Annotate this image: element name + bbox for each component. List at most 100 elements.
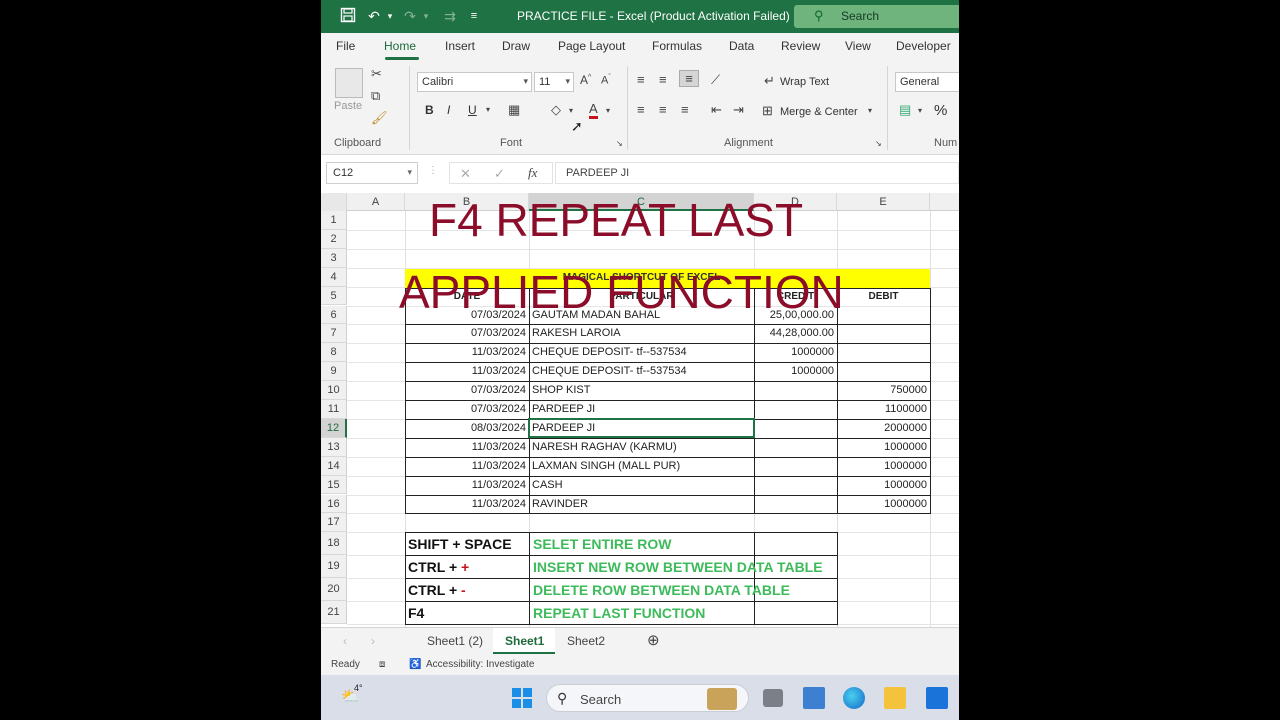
column-header[interactable]: A bbox=[347, 193, 405, 211]
chevron-down-icon[interactable]: ▾ bbox=[569, 106, 573, 115]
table-cell[interactable]: RAKESH LAROIA bbox=[529, 327, 754, 339]
table-cell[interactable]: CHEQUE DEPOSIT- tf--537534 bbox=[529, 365, 754, 377]
customize-toolbar-icon[interactable]: ≡ bbox=[465, 7, 483, 25]
merge-center-button[interactable]: Merge & Center bbox=[780, 106, 858, 118]
scroll-left-icon[interactable]: ‹ bbox=[343, 634, 347, 648]
shortcut-action[interactable]: SELET ENTIRE ROW bbox=[533, 536, 671, 552]
widgets-icon[interactable] bbox=[803, 687, 825, 709]
edge-browser-icon[interactable] bbox=[843, 687, 865, 709]
accessibility-status[interactable]: Accessibility: Investigate bbox=[426, 659, 534, 670]
header-debit[interactable]: DEBIT bbox=[837, 291, 930, 302]
row-header[interactable]: 2 bbox=[321, 229, 347, 249]
table-cell[interactable]: 11/03/2024 bbox=[405, 498, 529, 510]
sheet-tab-sheet1[interactable]: Sheet1 bbox=[505, 634, 544, 648]
decrease-indent-icon[interactable]: ⇤ bbox=[711, 102, 722, 118]
shortcut-key[interactable]: CTRL + - bbox=[408, 582, 466, 598]
tab-formulas[interactable]: Formulas bbox=[652, 39, 702, 53]
table-cell[interactable]: 2000000 bbox=[837, 422, 930, 434]
table-cell[interactable]: NARESH RAGHAV (KARMU) bbox=[529, 441, 754, 453]
table-cell[interactable]: 1000000 bbox=[837, 479, 930, 491]
sheet-tab-sheet1-2[interactable]: Sheet1 (2) bbox=[427, 634, 483, 648]
row-header[interactable]: 13 bbox=[321, 437, 347, 457]
table-cell[interactable]: 11/03/2024 bbox=[405, 460, 529, 472]
format-painter-qa-icon[interactable]: ⇉ bbox=[441, 7, 459, 25]
align-right-icon[interactable]: ≡ bbox=[681, 102, 689, 117]
wrap-text-icon[interactable]: ↵ bbox=[764, 73, 775, 89]
top-align-icon[interactable]: ≡ bbox=[637, 72, 645, 87]
table-cell[interactable]: 1000000 bbox=[837, 498, 930, 510]
dialog-launcher-icon[interactable]: ↘ bbox=[875, 139, 882, 148]
underline-button[interactable]: U bbox=[468, 103, 477, 117]
table-cell[interactable]: 44,28,000.00 bbox=[754, 327, 837, 339]
row-header[interactable]: 16 bbox=[321, 494, 347, 514]
cancel-icon[interactable]: ✕ bbox=[460, 166, 471, 182]
shortcut-key[interactable]: SHIFT + SPACE bbox=[408, 536, 512, 552]
tab-data[interactable]: Data bbox=[729, 39, 754, 53]
tab-insert[interactable]: Insert bbox=[445, 39, 475, 53]
row-header[interactable]: 1 bbox=[321, 211, 347, 230]
tab-draw[interactable]: Draw bbox=[502, 39, 530, 53]
table-cell[interactable]: 1000000 bbox=[837, 460, 930, 472]
redo-dropdown-icon[interactable]: ▾ bbox=[417, 7, 435, 25]
row-header[interactable]: 5 bbox=[321, 286, 347, 306]
wrap-text-button[interactable]: Wrap Text bbox=[780, 76, 829, 88]
table-cell[interactable]: PARDEEP JI bbox=[529, 403, 754, 415]
tab-developer[interactable]: Developer bbox=[896, 39, 951, 53]
accounting-format-icon[interactable]: ▤ bbox=[899, 102, 911, 118]
row-header[interactable]: 15 bbox=[321, 475, 347, 495]
row-header[interactable]: 19 bbox=[321, 555, 347, 579]
insert-function-icon[interactable]: fx bbox=[528, 165, 537, 181]
file-explorer-icon[interactable] bbox=[884, 687, 906, 709]
font-color-icon[interactable]: A bbox=[589, 102, 598, 119]
row-header[interactable]: 21 bbox=[321, 601, 347, 625]
fill-color-icon[interactable]: ◇ bbox=[551, 102, 561, 118]
italic-button[interactable]: I bbox=[447, 103, 450, 117]
table-cell[interactable]: 11/03/2024 bbox=[405, 365, 529, 377]
table-cell[interactable]: 11/03/2024 bbox=[405, 479, 529, 491]
chevron-down-icon[interactable]: ▾ bbox=[606, 106, 610, 115]
copy-icon[interactable]: ⧉ bbox=[371, 88, 380, 104]
chevron-down-icon[interactable]: ▾ bbox=[486, 105, 490, 114]
table-cell[interactable]: 1000000 bbox=[754, 365, 837, 377]
chevron-down-icon[interactable]: ▾ bbox=[868, 106, 872, 115]
worksheet-grid[interactable]: A B C D E 1 2 3 4 5 6 7 8 9 10 11 12 13 14 15 16 17 18 19 2… bbox=[321, 193, 959, 627]
row-header[interactable]: 14 bbox=[321, 456, 347, 476]
decrease-font-icon[interactable]: Aˇ bbox=[601, 74, 611, 87]
undo-dropdown-icon[interactable]: ▾ bbox=[381, 7, 399, 25]
start-icon[interactable] bbox=[511, 687, 533, 709]
bottom-align-icon[interactable]: ≡ bbox=[679, 70, 699, 87]
bold-button[interactable]: B bbox=[425, 103, 434, 117]
shortcut-action[interactable]: DELETE ROW BETWEEN DATA TABLE bbox=[533, 582, 790, 598]
table-cell[interactable]: CASH bbox=[529, 479, 754, 491]
row-header[interactable]: 4 bbox=[321, 267, 347, 287]
accessibility-icon[interactable]: ♿ bbox=[409, 659, 421, 670]
tab-home[interactable]: Home bbox=[384, 39, 416, 53]
middle-align-icon[interactable]: ≡ bbox=[659, 72, 667, 87]
more-options-icon[interactable]: ⋮ bbox=[428, 165, 438, 176]
row-header[interactable]: 7 bbox=[321, 324, 347, 344]
table-cell[interactable]: 1000000 bbox=[754, 346, 837, 358]
sheet-tab-sheet2[interactable]: Sheet2 bbox=[567, 634, 605, 648]
borders-icon[interactable]: ▦ bbox=[508, 102, 520, 118]
row-header[interactable]: 11 bbox=[321, 400, 347, 419]
table-cell[interactable]: 07/03/2024 bbox=[405, 403, 529, 415]
percent-style-button[interactable]: % bbox=[934, 102, 947, 119]
shortcut-action[interactable]: REPEAT LAST FUNCTION bbox=[533, 605, 705, 621]
tab-page-layout[interactable]: Page Layout bbox=[558, 39, 625, 53]
number-format-dropdown[interactable]: General bbox=[895, 72, 959, 92]
tab-review[interactable]: Review bbox=[781, 39, 820, 53]
row-header[interactable]: 20 bbox=[321, 578, 347, 602]
row-header[interactable]: 10 bbox=[321, 381, 347, 400]
table-cell[interactable]: 11/03/2024 bbox=[405, 441, 529, 453]
scroll-right-icon[interactable]: › bbox=[371, 634, 375, 648]
table-cell[interactable]: 1100000 bbox=[837, 403, 930, 415]
align-center-icon[interactable]: ≡ bbox=[659, 102, 667, 117]
cut-icon[interactable]: ✂ bbox=[371, 66, 382, 82]
table-cell[interactable]: 750000 bbox=[837, 384, 930, 396]
table-cell[interactable]: 07/03/2024 bbox=[405, 327, 529, 339]
row-header[interactable]: 9 bbox=[321, 362, 347, 382]
chevron-down-icon[interactable]: ▾ bbox=[918, 106, 922, 115]
table-cell[interactable]: CHEQUE DEPOSIT- tf--537534 bbox=[529, 346, 754, 358]
table-cell[interactable]: 08/03/2024 bbox=[405, 422, 529, 434]
tab-file[interactable]: File bbox=[336, 39, 355, 53]
